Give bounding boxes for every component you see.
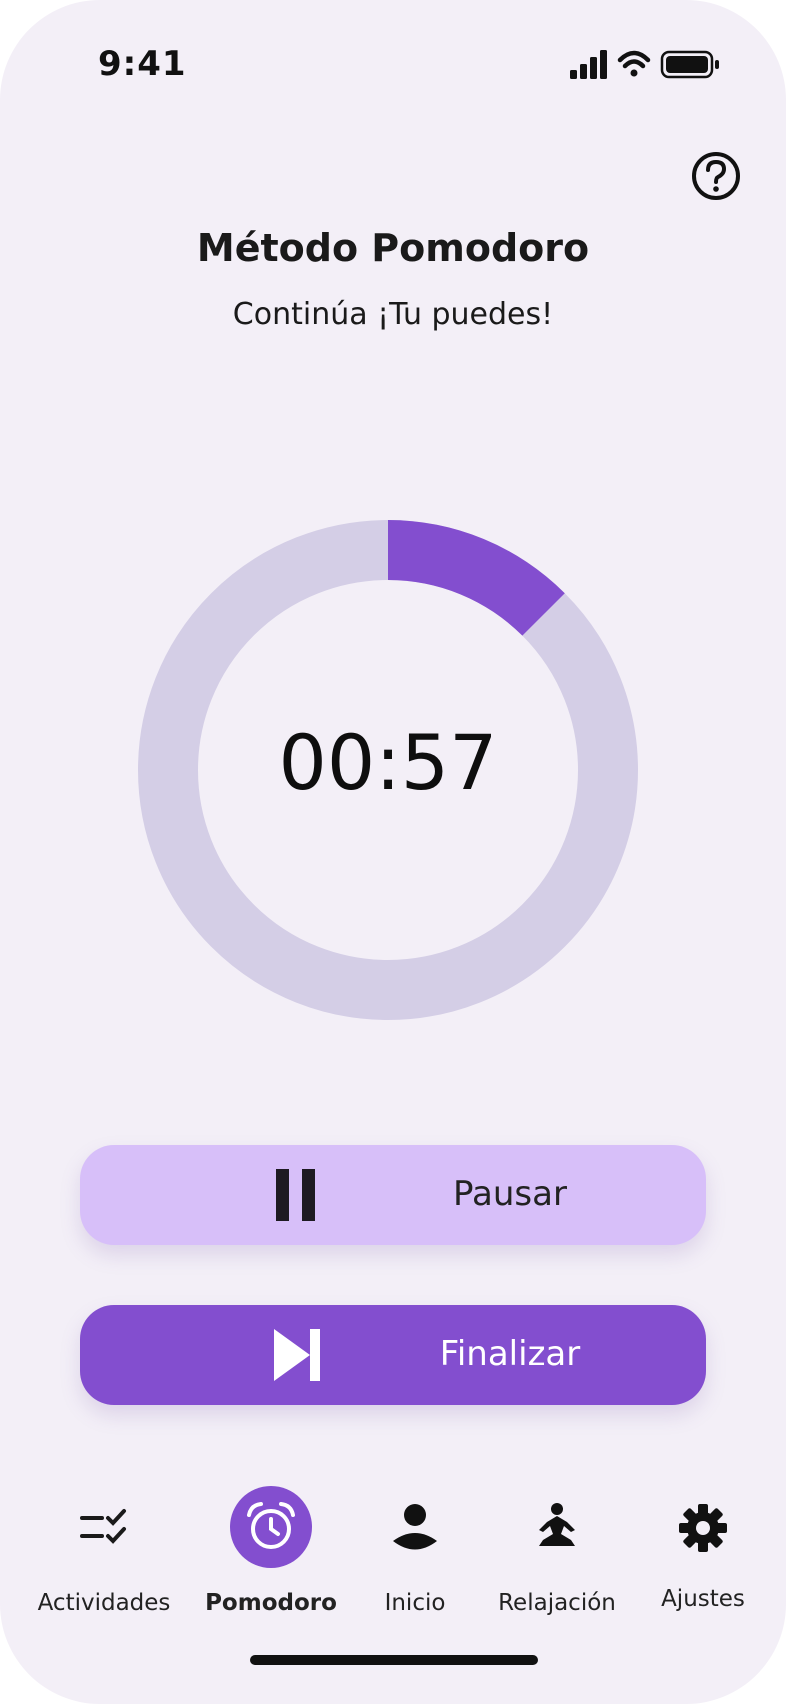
app-screen: 9:41 Método Pomodoro Continúa ¡Tu puedes… (0, 0, 786, 1704)
gear-icon (679, 1504, 727, 1552)
nav-label-inicio: Inicio (384, 1590, 446, 1616)
help-icon[interactable] (690, 150, 742, 202)
user-icon (393, 1504, 437, 1550)
meditation-icon (539, 1503, 575, 1546)
nav-item-pomodoro[interactable]: Pomodoro (196, 1480, 346, 1630)
page-title: Método Pomodoro (196, 226, 590, 270)
ring-progress (388, 520, 565, 636)
nav-item-ajustes[interactable]: Ajustes (628, 1480, 778, 1630)
page-subtitle: Continúa ¡Tu puedes! (232, 297, 554, 332)
battery-icon (660, 50, 719, 79)
nav-item-inicio[interactable]: Inicio (340, 1480, 490, 1630)
status-time: 9:41 (98, 44, 187, 84)
nav-label-pomodoro: Pomodoro (205, 1590, 337, 1616)
pause-icon (276, 1169, 315, 1221)
timer-display: 00:57 (278, 718, 498, 807)
nav-item-relajacion[interactable]: Relajación (482, 1480, 632, 1630)
status-icons (570, 50, 719, 79)
wifi-icon (617, 50, 651, 77)
checklist-icon (80, 1509, 126, 1544)
finish-button[interactable]: Finalizar (80, 1305, 706, 1405)
finish-label: Finalizar (439, 1334, 581, 1374)
nav-label-ajustes: Ajustes (661, 1586, 745, 1612)
skip-forward-icon (274, 1329, 320, 1381)
nav-item-actividades[interactable]: Actividades (29, 1480, 179, 1630)
nav-label-relajacion: Relajación (498, 1590, 616, 1616)
home-indicator (250, 1655, 538, 1665)
alarm-clock-icon (247, 1502, 295, 1549)
cellular-signal-icon (570, 50, 607, 79)
nav-label-actividades: Actividades (37, 1590, 171, 1616)
pause-label: Pausar (453, 1174, 567, 1214)
pause-button[interactable]: Pausar (80, 1145, 706, 1245)
